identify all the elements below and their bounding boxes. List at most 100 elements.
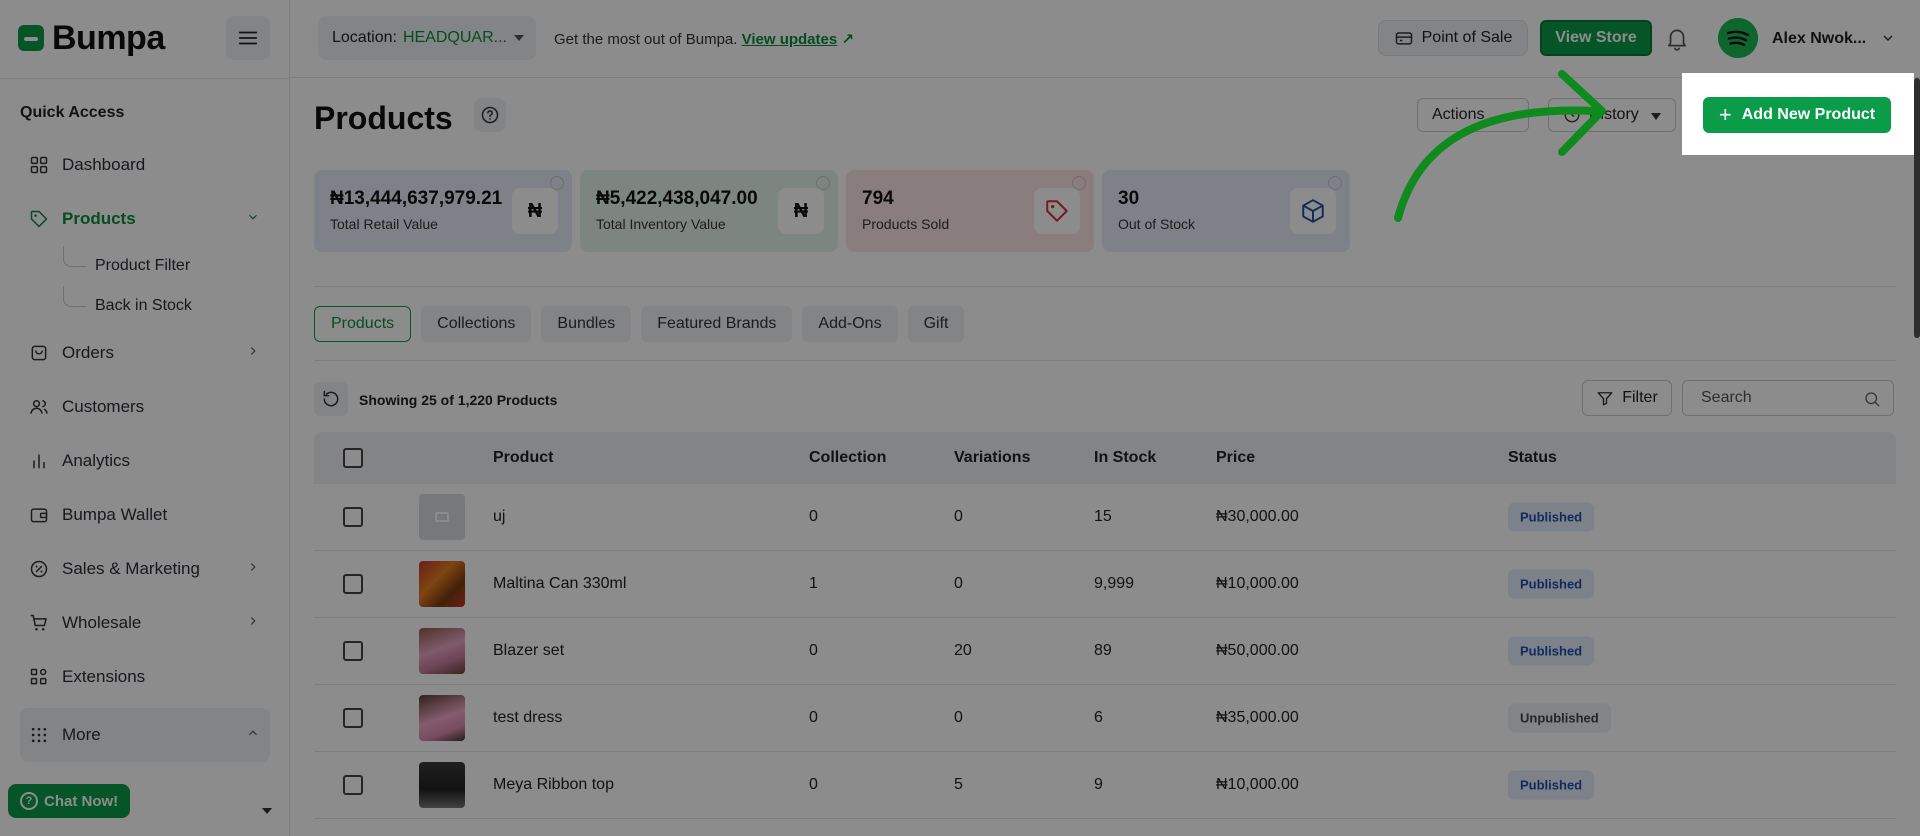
sidebar-item-extensions[interactable]: Extensions bbox=[20, 650, 270, 704]
menu-toggle-button[interactable] bbox=[226, 16, 270, 60]
grid-icon bbox=[28, 154, 50, 176]
column-header-product: Product bbox=[493, 449, 554, 466]
status-badge: Published bbox=[1508, 569, 1595, 599]
product-variations: 0 bbox=[954, 575, 963, 592]
product-variations: 20 bbox=[954, 642, 972, 659]
page-title: Products bbox=[314, 100, 453, 136]
tab-collections[interactable]: Collections bbox=[421, 306, 532, 342]
product-collection: 0 bbox=[809, 776, 818, 793]
info-dot-icon bbox=[816, 176, 830, 190]
dots-grid-icon bbox=[28, 724, 50, 746]
product-thumbnail bbox=[419, 494, 465, 540]
sidebar-item-products[interactable]: Products bbox=[20, 192, 270, 246]
brand-name: Bumpa bbox=[52, 18, 165, 57]
row-checkbox[interactable] bbox=[343, 507, 363, 527]
tag-icon bbox=[1034, 188, 1080, 234]
view-store-button[interactable]: View Store bbox=[1540, 20, 1652, 56]
row-checkbox[interactable] bbox=[343, 775, 363, 795]
product-stock: 89 bbox=[1094, 642, 1112, 659]
refresh-button[interactable] bbox=[314, 382, 348, 416]
brand-logo[interactable]: Bumpa bbox=[18, 18, 165, 58]
view-updates-link[interactable]: View updates bbox=[742, 31, 838, 48]
chevron-right-icon bbox=[250, 617, 256, 625]
actions-button[interactable]: Actions bbox=[1417, 98, 1529, 132]
caret-down-icon[interactable] bbox=[262, 808, 272, 814]
chat-now-button[interactable]: ? Chat Now! bbox=[8, 784, 131, 818]
row-checkbox[interactable] bbox=[343, 708, 363, 728]
row-checkbox[interactable] bbox=[343, 574, 363, 594]
search-input[interactable] bbox=[1683, 381, 1843, 415]
sidebar-item-label: Dashboard bbox=[62, 155, 146, 174]
sidebar-item-sales-marketing[interactable]: Sales & Marketing bbox=[20, 542, 270, 596]
product-name[interactable]: uj bbox=[493, 508, 505, 526]
search-icon[interactable] bbox=[1863, 390, 1881, 408]
arrow-up-right-icon: ↗ bbox=[841, 31, 854, 48]
product-name[interactable]: Maltina Can 330ml bbox=[493, 575, 626, 593]
location-selector[interactable]: Location: HEADQUAR... bbox=[318, 16, 536, 60]
sidebar: Bumpa Quick Access Dashboard Products Pr… bbox=[0, 0, 290, 836]
sidebar-item-orders[interactable]: Orders bbox=[20, 326, 270, 380]
help-button[interactable] bbox=[474, 98, 506, 132]
product-name[interactable]: test dress bbox=[493, 709, 562, 727]
tab-gift[interactable]: Gift bbox=[907, 306, 965, 342]
product-thumbnail bbox=[419, 695, 465, 741]
user-name[interactable]: Alex Nwok... bbox=[1772, 30, 1866, 48]
tag-icon bbox=[28, 208, 50, 230]
table-row[interactable]: Maltina Can 330ml 1 0 9,999 ₦10,000.00 P… bbox=[314, 551, 1896, 618]
caret-down-icon bbox=[514, 35, 524, 41]
product-name[interactable]: Meya Ribbon top bbox=[493, 776, 614, 794]
sidebar-subitem-product-filter[interactable]: Product Filter bbox=[63, 246, 270, 286]
add-new-product-button[interactable]: + Add New Product bbox=[1703, 97, 1891, 133]
sidebar-item-customers[interactable]: Customers bbox=[20, 380, 270, 434]
product-price: ₦10,000.00 bbox=[1216, 776, 1299, 793]
table-header: Product Collection Variations In Stock P… bbox=[314, 432, 1896, 484]
info-dot-icon bbox=[1072, 176, 1086, 190]
sidebar-item-bumpa-wallet[interactable]: Bumpa Wallet bbox=[20, 488, 270, 542]
product-name[interactable]: Blazer set bbox=[493, 642, 564, 660]
product-thumbnail bbox=[419, 762, 465, 808]
naira-icon: ₦ bbox=[512, 188, 558, 234]
bell-icon[interactable] bbox=[1664, 24, 1690, 52]
table-row[interactable]: test dress 0 0 6 ₦35,000.00 Unpublished bbox=[314, 685, 1896, 752]
subitem-label: Back in Stock bbox=[95, 297, 192, 314]
hamburger-icon bbox=[238, 31, 258, 45]
product-variations: 0 bbox=[954, 508, 963, 525]
history-button[interactable]: History bbox=[1548, 98, 1676, 132]
location-label: Location: bbox=[332, 29, 397, 46]
table-row[interactable]: Meya Ribbon top 0 5 9 ₦10,000.00 Publish… bbox=[314, 752, 1896, 819]
row-checkbox[interactable] bbox=[343, 641, 363, 661]
sidebar-item-analytics[interactable]: Analytics bbox=[20, 434, 270, 488]
sidebar-item-dashboard[interactable]: Dashboard bbox=[20, 138, 270, 192]
tab-add-ons[interactable]: Add-Ons bbox=[802, 306, 898, 342]
sidebar-divider bbox=[0, 78, 290, 79]
sidebar-subitem-back-in-stock[interactable]: Back in Stock bbox=[63, 286, 270, 326]
tab-featured-brands[interactable]: Featured Brands bbox=[641, 306, 793, 342]
location-value: HEADQUAR... bbox=[402, 29, 507, 46]
section-divider bbox=[314, 286, 1896, 287]
sidebar-item-label: Sales & Marketing bbox=[62, 559, 200, 578]
table-row[interactable]: uj 0 0 15 ₦30,000.00 Published bbox=[314, 484, 1896, 551]
tab-bundles[interactable]: Bundles bbox=[541, 306, 632, 342]
column-header-status: Status bbox=[1508, 449, 1557, 466]
app-root: Bumpa Quick Access Dashboard Products Pr… bbox=[0, 0, 1920, 836]
tab-products[interactable]: Products bbox=[314, 306, 412, 342]
sidebar-item-more[interactable]: More bbox=[20, 708, 270, 762]
chevron-down-icon[interactable] bbox=[1880, 30, 1896, 46]
add-product-label: Add New Product bbox=[1741, 106, 1876, 123]
sidebar-item-label: Customers bbox=[62, 397, 145, 416]
promo-banner: Get the most out of Bumpa. View updates … bbox=[554, 30, 854, 48]
image-placeholder-icon bbox=[435, 512, 449, 522]
point-of-sale-button[interactable]: Point of Sale bbox=[1378, 20, 1528, 56]
sidebar-item-label: Products bbox=[62, 209, 136, 228]
avatar[interactable] bbox=[1718, 18, 1758, 58]
page-scrollbar[interactable] bbox=[1914, 78, 1920, 338]
status-badge: Published bbox=[1508, 770, 1595, 800]
table-row[interactable]: Blazer set 0 20 89 ₦50,000.00 Published bbox=[314, 618, 1896, 685]
product-thumbnail bbox=[419, 628, 465, 674]
select-all-checkbox[interactable] bbox=[343, 448, 363, 468]
product-price: ₦35,000.00 bbox=[1216, 709, 1299, 726]
showing-count: Showing 25 of 1,220 Products bbox=[359, 392, 558, 408]
sidebar-item-wholesale[interactable]: Wholesale bbox=[20, 596, 270, 650]
topbar: Location: HEADQUAR... Get the most out o… bbox=[290, 0, 1920, 78]
filter-button[interactable]: Filter bbox=[1582, 380, 1672, 416]
